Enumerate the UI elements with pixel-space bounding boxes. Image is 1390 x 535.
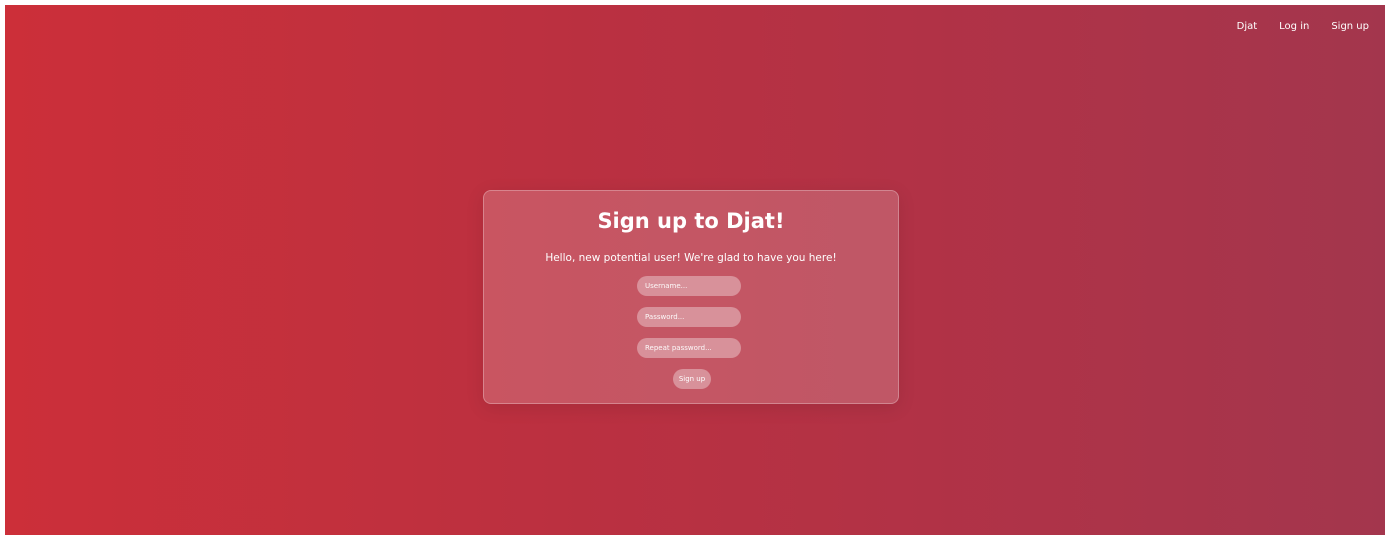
page-background: Djat Log in Sign up Sign up to Djat! Hel… — [5, 5, 1385, 535]
repeat-password-input[interactable] — [637, 338, 741, 358]
nav-link-djat[interactable]: Djat — [1237, 21, 1258, 32]
top-nav: Djat Log in Sign up — [1237, 21, 1369, 32]
signup-card: Sign up to Djat! Hello, new potential us… — [483, 190, 899, 404]
signup-title: Sign up to Djat! — [597, 209, 785, 233]
sign-up-button[interactable]: Sign up — [673, 369, 711, 389]
password-input[interactable] — [637, 307, 741, 327]
nav-link-log-in[interactable]: Log in — [1279, 21, 1309, 32]
signup-subtitle: Hello, new potential user! We're glad to… — [545, 252, 837, 264]
nav-link-sign-up[interactable]: Sign up — [1331, 21, 1369, 32]
username-input[interactable] — [637, 276, 741, 296]
